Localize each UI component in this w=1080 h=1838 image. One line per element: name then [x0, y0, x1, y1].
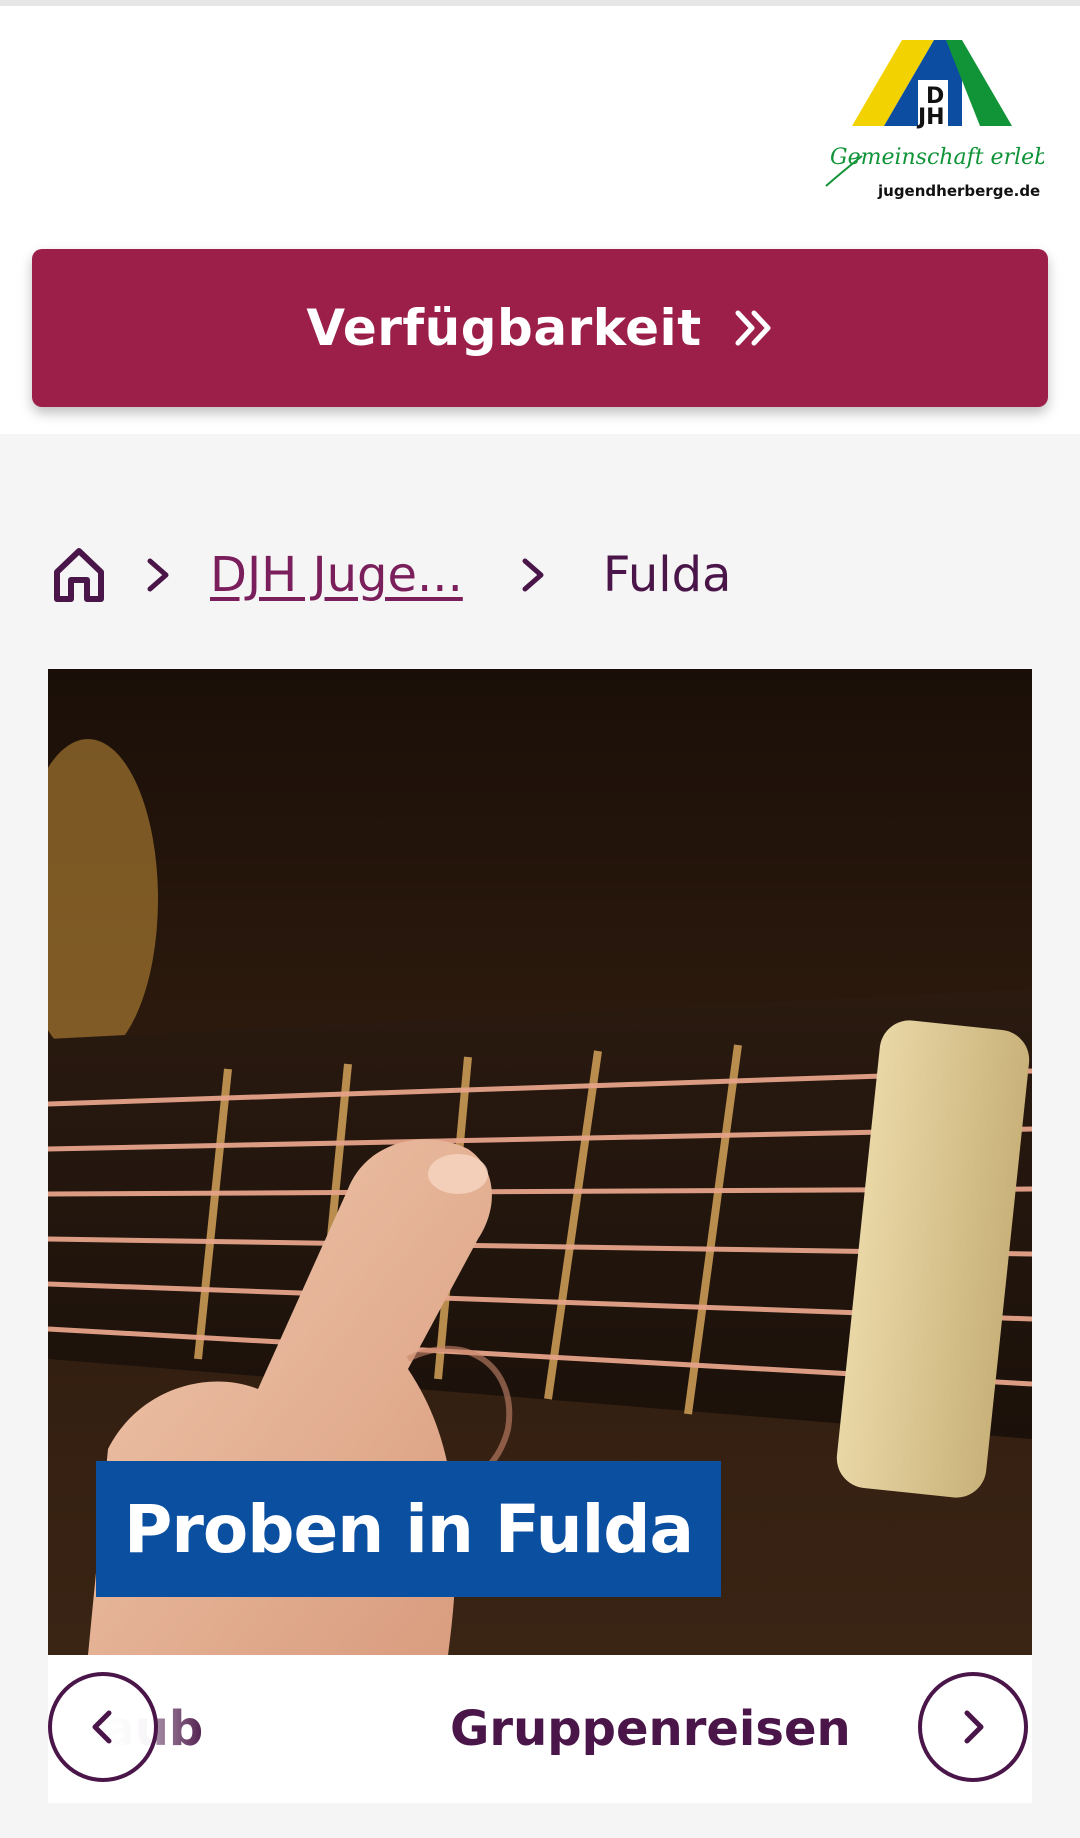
svg-text:jugendherberge.de: jugendherberge.de — [877, 182, 1040, 200]
chevron-right-icon — [144, 555, 172, 595]
chevron-right-icon — [964, 1710, 984, 1744]
svg-text:JH: JH — [916, 105, 945, 130]
hero-title: Proben in Fulda — [96, 1461, 722, 1597]
carousel-next-button[interactable] — [918, 1672, 1028, 1782]
djh-logo-icon: D JH Gemeinschaft erleben jugendherberge… — [825, 40, 1044, 200]
breadcrumb-current: Fulda — [602, 547, 732, 603]
breadcrumb-link-djh[interactable]: DJH Juge... — [210, 547, 463, 603]
carousel-prev-button[interactable] — [48, 1672, 158, 1782]
header: D JH Gemeinschaft erleben jugendherberge… — [0, 6, 1080, 434]
breadcrumb: DJH Juge... Fulda — [52, 535, 1032, 615]
availability-button[interactable]: Verfügbarkeit — [32, 249, 1048, 407]
djh-logo[interactable]: D JH Gemeinschaft erleben jugendherberge… — [822, 36, 1044, 206]
chevron-right-icon — [519, 555, 547, 595]
category-tabs: urlaub Gruppenreisen — [48, 1655, 1032, 1803]
home-icon[interactable] — [52, 546, 106, 604]
chevron-left-icon — [92, 1710, 112, 1744]
tab-gruppenreisen[interactable]: Gruppenreisen — [450, 1655, 851, 1803]
availability-button-label: Verfügbarkeit — [306, 299, 702, 357]
svg-text:Gemeinschaft erleben: Gemeinschaft erleben — [830, 145, 1044, 170]
double-chevron-right-icon — [732, 307, 774, 349]
hero-image: Proben in Fulda — [48, 669, 1032, 1655]
